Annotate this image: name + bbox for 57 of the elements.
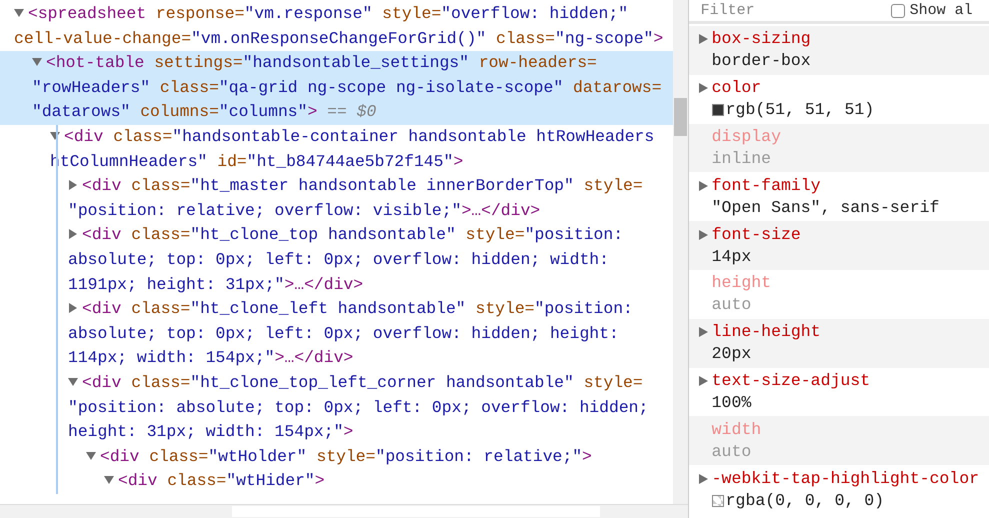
dom-node-line[interactable]: <div class="ht_clone_top_left_corner handsontable" style= "position: absolute; top: 0px; left: 0px; overflow: hidden; height: 31px; width: 154px;"> [68, 370, 673, 445]
property-name: font-size [712, 224, 801, 246]
property-value: "Open Sans", sans-serif [712, 196, 940, 219]
collapsed-triangle-icon[interactable] [68, 180, 78, 190]
show-all-label: Show al [910, 0, 973, 20]
collapsed-triangle-icon[interactable] [698, 83, 708, 94]
property-value: rgba(0, 0, 0, 0) [726, 490, 884, 512]
scrollbar-thumb[interactable] [232, 506, 600, 517]
property-name: display [712, 126, 781, 148]
property-name: text-size-adjust [712, 370, 870, 392]
dom-node-line[interactable]: <div class="wtHider"> [104, 469, 673, 494]
property-name: line-height [712, 321, 821, 344]
dom-node-line[interactable]: <div class="ht_clone_left handsontable" style="position: absolute; top: 0px; left: 0px; overflow: hidden; height: 114px; width: 154px;">…</div> [68, 297, 673, 371]
property-name: font-family [712, 174, 821, 197]
computed-property-row[interactable]: box-sizing border-box [688, 26, 989, 75]
collapsed-triangle-icon[interactable] [698, 34, 708, 44]
computed-property-row[interactable]: font-size 14px [688, 221, 989, 270]
property-name: width [712, 418, 762, 441]
property-value: auto [712, 440, 752, 463]
collapsed-triangle-icon[interactable] [698, 376, 708, 386]
scrollbar-thumb[interactable] [674, 98, 687, 136]
filter-field[interactable]: Filter [700, 0, 851, 20]
expanded-triangle-icon[interactable] [104, 475, 114, 486]
collapsed-triangle-icon[interactable] [698, 474, 708, 484]
expanded-triangle-icon[interactable] [32, 57, 42, 68]
property-value: border-box [712, 50, 811, 72]
property-name: -webkit-tap-highlight-color [712, 468, 979, 490]
collapsed-triangle-icon[interactable] [698, 327, 708, 338]
horizontal-scrollbar[interactable] [0, 504, 688, 518]
collapsed-triangle-icon[interactable] [698, 230, 708, 240]
property-value: 100% [712, 392, 752, 414]
property-name: color [712, 77, 762, 100]
expanded-triangle-icon[interactable] [14, 8, 24, 18]
color-swatch[interactable] [712, 494, 724, 507]
collapsed-triangle-icon[interactable] [68, 229, 78, 240]
dom-node-line[interactable]: <div class="handsontable-container handsontable htRowHeaders htColumnHeaders" id="ht_b84744ae5b72f145"> [50, 124, 673, 174]
property-value: inline [712, 148, 772, 170]
expanded-triangle-icon[interactable] [50, 130, 60, 141]
property-name: height [712, 272, 772, 294]
expanded-triangle-icon[interactable] [68, 376, 78, 387]
collapsed-triangle-icon[interactable] [698, 180, 708, 191]
vertical-scrollbar[interactable] [672, 0, 688, 504]
dom-node-line[interactable]: <div class="ht_master handsontable innerBorderTop" style= "position: relative; overflow: visible;">…</div> [68, 174, 673, 224]
expanded-triangle-icon[interactable] [86, 450, 96, 461]
property-name: box-sizing [712, 28, 811, 50]
dom-node-line[interactable]: <div class="ht_clone_top handsontable" style="position: absolute; top: 0px; left: 0px; overflow: hidden; width: 1191px; height: 31px;">…</div> [68, 223, 673, 298]
computed-property-row[interactable]: text-size-adjust 100% [688, 368, 989, 416]
collapsed-triangle-icon[interactable] [68, 303, 78, 314]
dom-node-line[interactable]: <spreadsheet response="vm.response" style="overflow: hidden;" cell-value-change="vm.onResponseChangeForGrid()" class="ng-scope"> [14, 2, 673, 52]
computed-property-row[interactable]: line-height 20px [688, 318, 989, 368]
property-value: 20px [712, 343, 752, 366]
property-value: 14px [712, 246, 752, 268]
show-all-checkbox[interactable] [890, 4, 905, 18]
color-swatch[interactable] [712, 104, 724, 116]
property-value: rgb(51, 51, 51) [726, 99, 874, 122]
property-value: auto [712, 294, 752, 316]
dom-node-line[interactable]: <div class="wtHolder" style="position: relative;"> [86, 444, 673, 470]
